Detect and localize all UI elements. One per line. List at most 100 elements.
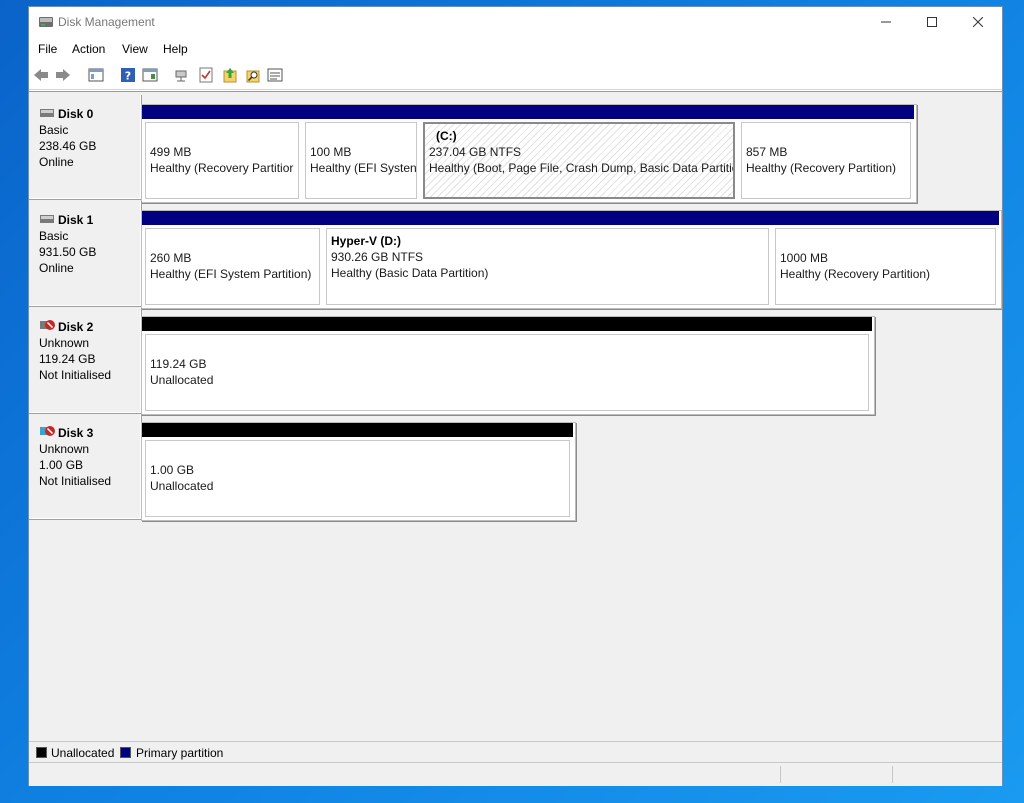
disk-size: 931.50 GB: [39, 245, 97, 259]
partition-size: 260 MB: [150, 251, 192, 265]
partition-status: Healthy (Recovery Partition): [780, 267, 931, 281]
partition-body: 119.24 GB Unallocated: [145, 334, 869, 411]
partition[interactable]: 260 MB Healthy (EFI System Partition): [142, 211, 323, 308]
partition-body: 1000 MB Healthy (Recovery Partition): [775, 228, 996, 305]
minimize-icon: [881, 21, 891, 23]
legend-unallocated-label: Unallocated: [51, 746, 115, 760]
properties-icon[interactable]: [142, 67, 158, 83]
disk-size: 119.24 GB: [39, 352, 96, 366]
partition[interactable]: 857 MB Healthy (Recovery Partition): [738, 105, 914, 202]
disk-3-partitions: 1.00 GB Unallocated: [141, 422, 576, 521]
partition-label: (C:): [436, 129, 457, 143]
partition-status: Unallocated: [150, 479, 214, 493]
minimize-button[interactable]: [863, 7, 909, 37]
maximize-button[interactable]: [909, 7, 955, 37]
disk-1-partitions: 260 MB Healthy (EFI System Partition) Hy…: [141, 210, 1002, 309]
partition-size: 930.26 GB NTFS: [331, 250, 424, 264]
maximize-icon: [927, 17, 937, 27]
disk-size: 1.00 GB: [39, 458, 84, 472]
close-button[interactable]: [955, 7, 1001, 37]
disk-name: Disk 0: [58, 107, 94, 121]
disk-2-label[interactable]: Disk 2 Unknown 119.24 GB Not Initialised: [29, 308, 142, 414]
svg-text:?: ?: [125, 70, 131, 83]
disk-status: Online: [39, 155, 74, 169]
partition-size: 100 MB: [310, 145, 352, 159]
disk-1-label[interactable]: Disk 1 Basic 931.50 GB Online: [29, 201, 142, 307]
disk-type: Unknown: [39, 442, 90, 456]
primary-partition-bar: [772, 211, 999, 225]
disk-2-partitions: 119.24 GB Unallocated: [141, 316, 875, 415]
partition-body: 260 MB Healthy (EFI System Partition): [145, 228, 320, 305]
partition-c-drive[interactable]: (C:) 237.04 GB NTFS Healthy (Boot, Page …: [420, 105, 738, 202]
partition[interactable]: 499 MB Healthy (Recovery Partitior: [142, 105, 302, 202]
partition-body: 100 MB Healthy (EFI Systen: [305, 122, 417, 199]
title-bar[interactable]: Disk Management: [29, 7, 1002, 37]
disk-status: Online: [39, 261, 74, 275]
disk-size: 238.46 GB: [39, 139, 97, 153]
toolbar: ?: [29, 61, 1002, 90]
disk-type: Unknown: [39, 336, 90, 350]
disk-type: Basic: [39, 123, 69, 137]
partition-body: 1.00 GB Unallocated: [145, 440, 570, 517]
menu-action[interactable]: Action: [72, 42, 105, 56]
partition-status: Healthy (Basic Data Partition): [331, 266, 489, 280]
partition-status: Unallocated: [150, 373, 214, 387]
partition-size: 1.00 GB: [150, 463, 195, 477]
partition-status: Healthy (Recovery Partition): [746, 161, 897, 175]
primary-partition-bar: [302, 105, 420, 119]
disk-management-window: Disk Management File Action View Help ?: [28, 6, 1003, 786]
help-icon[interactable]: ?: [120, 67, 136, 83]
status-divider: [780, 766, 781, 783]
unallocated-bar: [142, 317, 872, 331]
disk-icon: [40, 215, 54, 223]
legend-primary-label: Primary partition: [136, 746, 224, 760]
disk-status: Not Initialised: [39, 368, 112, 382]
partition-size: 499 MB: [150, 145, 192, 159]
partition-body: Hyper-V (D:) 930.26 GB NTFS Healthy (Bas…: [326, 228, 769, 305]
partition-body: 857 MB Healthy (Recovery Partition): [741, 122, 911, 199]
menu-view[interactable]: View: [122, 42, 148, 56]
check-icon[interactable]: [198, 67, 214, 83]
partition-d-drive[interactable]: Hyper-V (D:) 930.26 GB NTFS Healthy (Bas…: [323, 211, 772, 308]
disk-0-label[interactable]: Disk 0 Basic 238.46 GB Online: [29, 95, 142, 200]
details-icon[interactable]: [267, 67, 283, 83]
primary-partition-bar: [738, 105, 914, 119]
disk-error-icon: [40, 426, 55, 436]
partition[interactable]: 100 MB Healthy (EFI Systen: [302, 105, 420, 202]
back-arrow-icon[interactable]: [33, 67, 49, 83]
disk-icon: [40, 109, 54, 117]
disk-name: Disk 3: [58, 426, 94, 440]
primary-partition-bar: [142, 211, 323, 225]
console-tree-icon[interactable]: [88, 67, 104, 83]
disk-0-partitions: 499 MB Healthy (Recovery Partitior 100 M…: [141, 104, 917, 203]
disk-status: Not Initialised: [39, 474, 112, 488]
partition-status: Healthy (EFI System Partition): [150, 267, 312, 281]
legend-unallocated-swatch: [36, 747, 47, 758]
menu-file[interactable]: File: [38, 42, 57, 56]
disk-error-icon: [40, 320, 55, 330]
forward-arrow-icon[interactable]: [55, 67, 71, 83]
window-title: Disk Management: [58, 15, 155, 29]
primary-partition-bar: [323, 211, 772, 225]
unallocated-partition[interactable]: 1.00 GB Unallocated: [142, 423, 573, 520]
menu-help[interactable]: Help: [163, 42, 188, 56]
connect-icon[interactable]: [174, 67, 190, 83]
disk-graphical-view: Disk 0 Basic 238.46 GB Online 499 MB Hea…: [29, 91, 1002, 744]
unallocated-partition[interactable]: 119.24 GB Unallocated: [142, 317, 872, 414]
partition-body-selected: (C:) 237.04 GB NTFS Healthy (Boot, Page …: [423, 122, 735, 199]
partition-size: 1000 MB: [780, 251, 829, 265]
partition-size: 857 MB: [746, 145, 788, 159]
partition-status: Healthy (Recovery Partitior: [150, 161, 294, 175]
export-icon[interactable]: [222, 67, 238, 83]
partition-size: 119.24 GB: [150, 357, 207, 371]
disk-3-label[interactable]: Disk 3 Unknown 1.00 GB Not Initialised: [29, 414, 142, 520]
legend-primary-swatch: [120, 747, 131, 758]
legend-bar: Unallocated Primary partition: [29, 741, 1002, 762]
disk-management-icon: [39, 17, 53, 27]
partition-status: Healthy (Boot, Page File, Crash Dump, Ba…: [429, 161, 735, 175]
partition-body: 499 MB Healthy (Recovery Partitior: [145, 122, 299, 199]
menu-bar: File Action View Help: [29, 39, 1002, 59]
search-icon[interactable]: [245, 67, 261, 83]
status-divider: [892, 766, 893, 783]
partition[interactable]: 1000 MB Healthy (Recovery Partition): [772, 211, 999, 308]
